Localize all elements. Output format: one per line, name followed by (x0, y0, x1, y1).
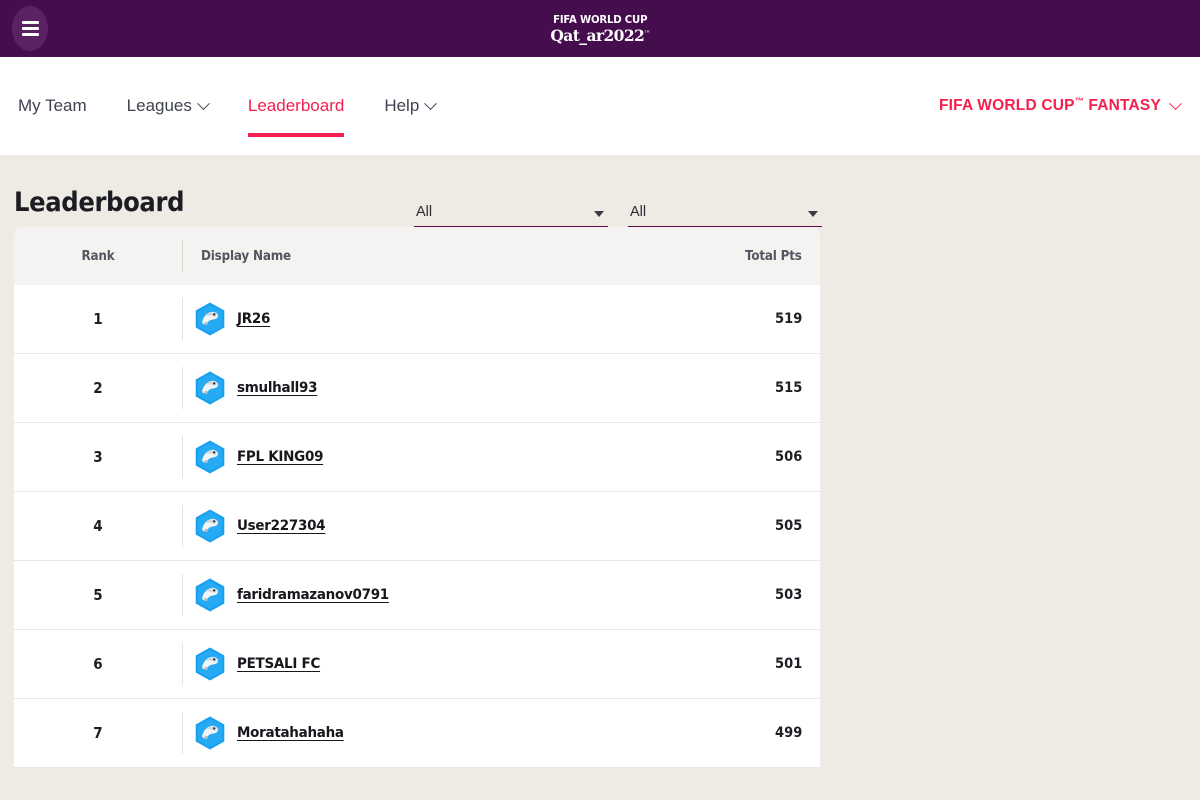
filter-select-1[interactable]: All (414, 203, 608, 227)
laeeb-mascot-avatar (195, 509, 225, 543)
cell-rank: 3 (93, 448, 103, 466)
cell-rank: 2 (93, 379, 103, 397)
cell-total-pts-value: 499 (774, 725, 802, 741)
nav-item-leaderboard[interactable]: Leaderboard (228, 57, 364, 155)
cell-rank: 5 (93, 586, 103, 604)
table-row[interactable]: 3 FPL KING09 506 (14, 423, 820, 492)
main-navigation-bar: My Team Leagues Leaderboard Help FIFA WO… (0, 57, 1200, 155)
column-header-total-pts-label: Total Pts (745, 248, 802, 264)
cell-total-pts-value: 519 (774, 311, 802, 327)
nav-item-leagues-label: Leagues (126, 96, 192, 115)
hamburger-bar-2 (21, 27, 39, 30)
nav-item-leaderboard-label: Leaderboard (247, 96, 345, 115)
chevron-down-icon (424, 96, 438, 110)
cell-rank: 1 (93, 310, 103, 328)
column-header-rank-label: Rank (81, 248, 115, 264)
cell-rank: 7 (93, 724, 103, 742)
player-name-link[interactable]: smulhall93 (237, 380, 318, 396)
player-name-link[interactable]: User227304 (237, 518, 326, 534)
chevron-down-icon (197, 96, 210, 110)
cell-total-pts: 519 (692, 311, 802, 327)
caret-down-icon (594, 211, 604, 217)
cell-display-name: faridramazanov0791 (182, 574, 692, 616)
laeeb-mascot-avatar (195, 302, 225, 336)
player-name-link[interactable]: JR26 (237, 311, 270, 327)
nav-item-help-label: Help (384, 96, 420, 115)
leaderboard-table: Rank Display Name Total Pts 1 JR26 519 2 smu… (14, 227, 820, 768)
filter-select-1-value: All (416, 203, 433, 220)
cell-total-pts-value: 503 (774, 587, 802, 603)
logo-trademark: ™ (644, 29, 650, 37)
account-trademark: ™ (1074, 96, 1084, 107)
page-title: Leaderboard (14, 187, 185, 218)
cell-total-pts-value: 506 (774, 449, 802, 465)
cell-rank: 4 (93, 517, 103, 535)
cell-total-pts: 501 (692, 656, 802, 672)
leaderboard-filters: All All (414, 203, 822, 227)
laeeb-mascot-avatar (195, 647, 225, 681)
hamburger-icon[interactable] (12, 6, 48, 51)
logo-line-2: Qat_ar2022™ (549, 28, 651, 44)
cell-display-name: FPL KING09 (182, 436, 692, 478)
account-menu-label: FIFA WORLD CUP™ FANTASY (939, 96, 1161, 115)
account-menu-label-tail: FANTASY (1083, 97, 1161, 115)
nav-item-help[interactable]: Help (364, 57, 455, 155)
filter-select-2-value: All (630, 203, 647, 220)
table-row[interactable]: 7 Moratahahaha 499 (14, 699, 820, 768)
cell-display-name: Moratahahaha (182, 712, 692, 754)
player-name-link[interactable]: FPL KING09 (237, 449, 323, 465)
laeeb-mascot-avatar (195, 440, 225, 474)
cell-total-pts: 515 (692, 380, 802, 396)
cell-total-pts-value: 515 (774, 380, 802, 396)
cell-total-pts-value: 501 (774, 656, 802, 672)
cell-total-pts: 503 (692, 587, 802, 603)
top-header-bar: FIFA WORLD CUP Qat_ar2022™ (0, 0, 1200, 57)
column-header-display-name: Display Name (182, 240, 692, 272)
player-name-link[interactable]: PETSALI FC (237, 656, 320, 672)
table-body: 1 JR26 519 2 smulhall93 515 3 FPL KING09 506 4 Use… (14, 285, 820, 768)
laeeb-mascot-avatar (195, 716, 225, 750)
cell-rank: 6 (93, 655, 103, 673)
nav-item-my-team[interactable]: My Team (18, 57, 107, 155)
account-menu-label-main: FIFA WORLD CUP (939, 97, 1075, 115)
table-row[interactable]: 6 PETSALI FC 501 (14, 630, 820, 699)
table-row[interactable]: 4 User227304 505 (14, 492, 820, 561)
filter-select-2[interactable]: All (628, 203, 822, 227)
page-header: Leaderboard All All (0, 155, 1200, 227)
cell-display-name: PETSALI FC (182, 643, 692, 685)
fifa-world-cup-logo[interactable]: FIFA WORLD CUP Qat_ar2022™ (549, 14, 651, 44)
nav-item-my-team-label: My Team (18, 96, 87, 115)
cell-total-pts: 505 (692, 518, 802, 534)
cell-display-name: smulhall93 (182, 367, 692, 409)
hamburger-bar-3 (21, 33, 39, 36)
caret-down-icon (808, 211, 818, 217)
account-menu[interactable]: FIFA WORLD CUP™ FANTASY (939, 96, 1182, 115)
laeeb-mascot-avatar (195, 371, 225, 405)
cell-total-pts: 499 (692, 725, 802, 741)
table-row[interactable]: 5 faridramazanov0791 503 (14, 561, 820, 630)
logo-line-2-text: Qat_ar2022 (550, 25, 645, 45)
column-header-display-name-label: Display Name (201, 248, 291, 264)
table-row[interactable]: 2 smulhall93 515 (14, 354, 820, 423)
laeeb-mascot-avatar (195, 578, 225, 612)
cell-display-name: User227304 (182, 505, 692, 547)
cell-total-pts: 506 (692, 449, 802, 465)
column-header-rank: Rank (21, 249, 176, 264)
cell-display-name: JR26 (182, 298, 692, 340)
nav-items-group: My Team Leagues Leaderboard Help (18, 57, 455, 155)
hamburger-bar-1 (21, 21, 39, 24)
column-header-total-pts: Total Pts (692, 249, 802, 264)
nav-item-leagues[interactable]: Leagues (107, 57, 228, 155)
table-row[interactable]: 1 JR26 519 (14, 285, 820, 354)
cell-total-pts-value: 505 (774, 518, 802, 534)
chevron-down-icon (1169, 96, 1182, 110)
player-name-link[interactable]: Moratahahaha (237, 725, 344, 741)
table-header-row: Rank Display Name Total Pts (14, 227, 820, 285)
logo-line-1: FIFA WORLD CUP (552, 12, 648, 26)
page-content: Leaderboard All All Rank Display Name To… (0, 155, 1200, 800)
player-name-link[interactable]: faridramazanov0791 (237, 587, 389, 603)
